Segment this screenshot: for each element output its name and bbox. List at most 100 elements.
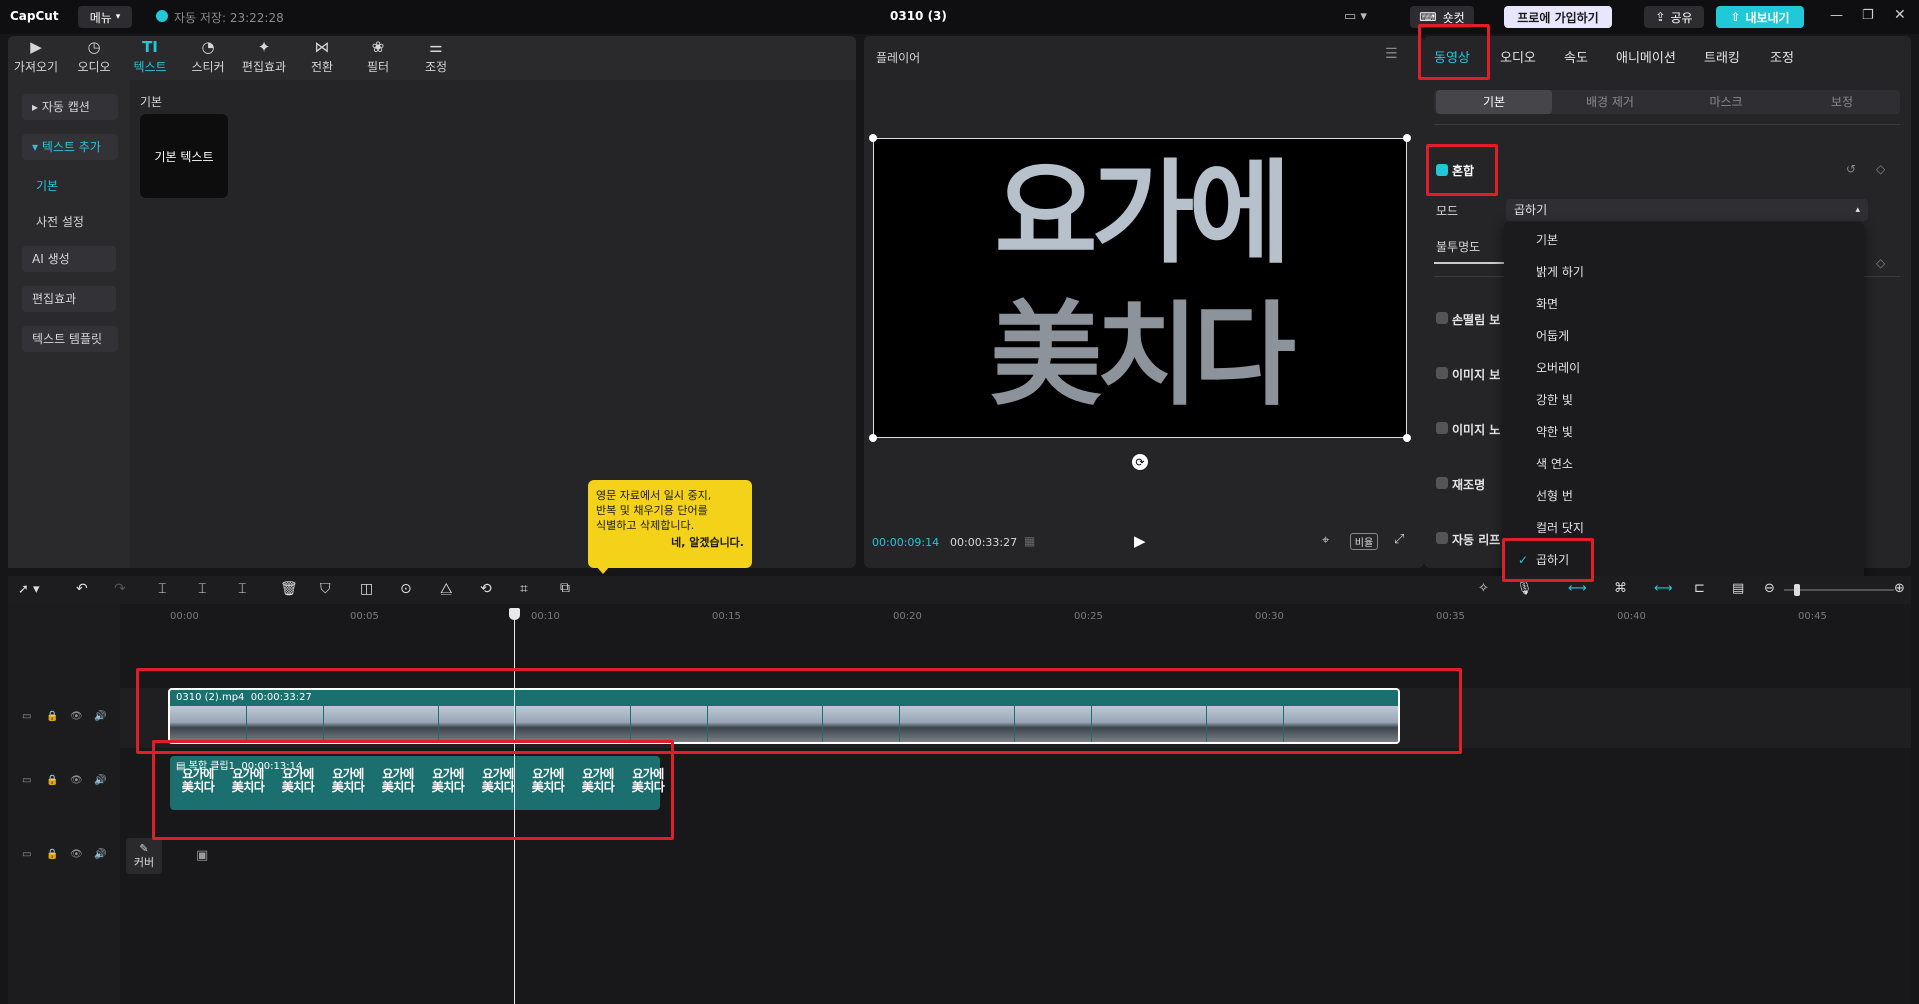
split-icon[interactable]: ⌶ [158, 581, 166, 597]
maximize-icon[interactable]: ❐ [1862, 8, 1874, 23]
dropdown-option[interactable]: 기본 [1504, 224, 1864, 256]
checkbox[interactable] [1436, 532, 1448, 544]
tool-sticker[interactable]: ◔ 스티커 [180, 38, 236, 78]
shield-icon[interactable]: ⛉ [320, 581, 331, 597]
tool-text[interactable]: TI 텍스트 [122, 38, 178, 78]
speaker-icon[interactable]: 🔊 [94, 711, 106, 722]
tab-animation[interactable]: 애니메이션 [1616, 47, 1676, 66]
split-right-icon[interactable]: ⌶ [238, 581, 246, 597]
redo-icon[interactable]: ↷ [114, 581, 126, 597]
pro-signup-button[interactable]: 프로에 가입하기 [1504, 6, 1612, 28]
mic-icon[interactable]: 🎙 [1516, 581, 1533, 596]
subtab-basic[interactable]: 기본 [1436, 90, 1552, 114]
video-preview[interactable]: 요가에 美치다 [873, 138, 1407, 438]
sidebar-item-presets[interactable]: 사전 설정 [36, 213, 84, 230]
sidebar-item-add-text[interactable]: ▾ 텍스트 추가 [22, 134, 118, 160]
close-icon[interactable]: ✕ [1894, 7, 1906, 23]
blend-checkbox[interactable] [1436, 164, 1448, 176]
mode-select[interactable]: 곱하기 ▴ [1506, 199, 1868, 221]
pro-feature-icon[interactable]: ⧉ [560, 580, 570, 596]
zoom-slider[interactable] [1784, 589, 1894, 591]
zoom-in-icon[interactable]: ⊕ [1894, 581, 1905, 596]
sidebar-item-basic[interactable]: 기본 [36, 177, 58, 194]
snap-icon[interactable]: ⟷ [1568, 581, 1587, 596]
keyframe-icon[interactable]: ◇ [1876, 256, 1885, 270]
tool-filter[interactable]: ❀ 필터 [350, 38, 406, 78]
resize-handle[interactable] [1403, 134, 1411, 142]
zoom-slider-handle[interactable] [1794, 584, 1800, 596]
link-icon[interactable]: ⌘ [1614, 581, 1627, 596]
resize-handle[interactable] [869, 134, 877, 142]
undo-icon[interactable]: ↶ [76, 581, 88, 597]
basic-text-card[interactable]: 기본 텍스트 [140, 114, 228, 198]
ratio-button[interactable]: 비율 [1350, 533, 1378, 550]
dropdown-option-selected[interactable]: ✓ 곱하기 [1504, 544, 1864, 576]
export-button[interactable]: ⇧ 내보내기 [1716, 6, 1804, 28]
freeze-icon[interactable]: ◫ [360, 581, 373, 597]
sidebar-item-auto-caption[interactable]: ▸ 자동 캡션 [22, 94, 118, 120]
split-left-icon[interactable]: ⌶ [198, 581, 206, 597]
checkbox[interactable] [1436, 312, 1448, 324]
checkbox[interactable] [1436, 477, 1448, 489]
film-icon[interactable]: ▣ [196, 848, 208, 863]
rotate-icon[interactable]: ⟳ [1132, 454, 1148, 470]
eye-icon[interactable]: 👁 [70, 775, 83, 786]
video-clip[interactable]: 0310 (2).mp4 00:00:33:27 [168, 688, 1400, 744]
tab-audio[interactable]: 오디오 [1500, 47, 1536, 66]
tool-adjust[interactable]: ⚌ 조정 [408, 38, 464, 78]
resize-handle[interactable] [1403, 434, 1411, 442]
sidebar-item-text-template[interactable]: 텍스트 템플릿 [22, 326, 118, 352]
playhead-handle[interactable] [509, 608, 520, 620]
speaker-icon[interactable]: 🔊 [94, 775, 106, 786]
dropdown-option[interactable]: 컬러 닷지 [1504, 512, 1864, 544]
dropdown-option[interactable]: 강한 빛 [1504, 384, 1864, 416]
tab-adjust[interactable]: 조정 [1770, 47, 1794, 66]
dropdown-option[interactable]: 선형 번 [1504, 480, 1864, 512]
select-icon[interactable]: ➚ ▾ [18, 582, 40, 597]
subtab-mask[interactable]: 마스크 [1668, 90, 1784, 114]
grid-icon[interactable]: ▦ [1024, 534, 1035, 548]
delete-icon[interactable]: 🗑 [280, 581, 298, 597]
subtab-correction[interactable]: 보정 [1784, 90, 1900, 114]
rotate-clip-icon[interactable]: ⟲ [480, 581, 492, 597]
fullscreen-icon[interactable]: ⤢ [1394, 532, 1404, 547]
dropdown-option[interactable]: 어둡게 [1504, 320, 1864, 352]
tool-audio[interactable]: ◷ 오디오 [66, 38, 122, 78]
checkbox[interactable] [1436, 367, 1448, 379]
keyframe-icon[interactable]: ◇ [1876, 162, 1885, 176]
dropdown-option[interactable]: 화면 [1504, 288, 1864, 320]
opacity-slider[interactable] [1434, 262, 1506, 264]
menu-lines-icon[interactable]: ☰ [1385, 46, 1398, 62]
tab-tracking[interactable]: 트래킹 [1704, 47, 1740, 66]
tooltip-confirm-button[interactable]: 네, 알겠습니다. [596, 535, 744, 550]
tab-video[interactable]: 동영상 [1434, 47, 1470, 66]
tool-effects[interactable]: ✦ 편집효과 [236, 38, 292, 78]
caption-icon[interactable]: ▤ [1732, 581, 1744, 596]
lock-icon[interactable]: 🔒 [46, 775, 58, 786]
tab-speed[interactable]: 속도 [1564, 47, 1588, 66]
shortcut-button[interactable]: ⌨ 숏컷 [1410, 6, 1474, 28]
subtab-remove-bg[interactable]: 배경 제거 [1552, 90, 1668, 114]
eye-icon[interactable]: 👁 [70, 711, 83, 722]
reverse-play-icon[interactable]: ⊙ [400, 581, 412, 597]
lock-icon[interactable]: 🔒 [46, 711, 58, 722]
playhead[interactable] [514, 608, 515, 1004]
zoom-out-icon[interactable]: ⊖ [1764, 581, 1775, 596]
dropdown-option[interactable]: 약한 빛 [1504, 416, 1864, 448]
cover-button[interactable]: ✎ 커버 [126, 838, 162, 874]
share-button[interactable]: ⇪ 공유 [1644, 6, 1704, 28]
resize-handle[interactable] [869, 434, 877, 442]
mirror-icon[interactable]: ⧋ [440, 581, 453, 597]
speaker-icon[interactable]: 🔊 [94, 849, 106, 860]
dropdown-option[interactable]: 오버레이 [1504, 352, 1864, 384]
menu-button[interactable]: 메뉴 ▾ [78, 6, 132, 28]
checkbox[interactable] [1436, 422, 1448, 434]
magic-icon[interactable]: ✧ [1478, 581, 1489, 596]
sidebar-item-ai-generate[interactable]: AI 생성 [22, 246, 116, 272]
sidebar-item-effects[interactable]: 편집효과 [22, 286, 116, 312]
dropdown-option[interactable]: 색 연소 [1504, 448, 1864, 480]
layout-icon[interactable]: ▭ ▾ [1344, 9, 1367, 24]
eye-icon[interactable]: 👁 [70, 849, 83, 860]
crop-icon[interactable]: ⌗ [520, 581, 528, 597]
tool-transition[interactable]: ⋈ 전환 [294, 38, 350, 78]
